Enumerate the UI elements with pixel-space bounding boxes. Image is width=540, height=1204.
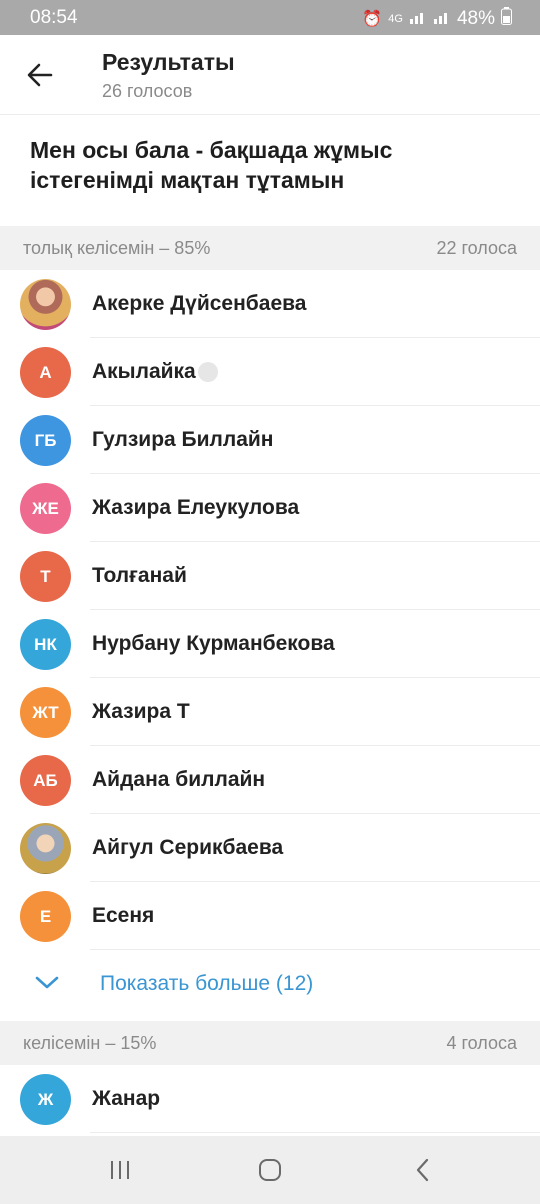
divider [90, 1132, 540, 1133]
section-header: толық келісемін – 85% 22 голоса [0, 226, 540, 270]
recents-button[interactable] [100, 1154, 140, 1186]
avatar: ГБ [20, 415, 71, 466]
nav-back-icon [416, 1158, 429, 1182]
avatar: ЖТ [20, 687, 71, 738]
battery-icon [501, 7, 512, 31]
back-button[interactable] [18, 53, 62, 97]
avatar: Е [20, 891, 71, 942]
arrow-left-icon [27, 63, 53, 87]
alarm-icon: ⏰ [362, 11, 383, 28]
avatar: А [20, 347, 71, 398]
voter-name: Жанар [92, 1087, 161, 1110]
system-nav-bar [0, 1136, 540, 1204]
voter-row[interactable]: Акерке Дүйсенбаева [0, 270, 540, 338]
voter-name: Гулзира Биллайн [92, 428, 274, 451]
avatar: АБ [20, 755, 71, 806]
home-icon [259, 1159, 281, 1181]
voter-row[interactable]: Ж Жанар [0, 1065, 540, 1133]
option-vote-count: 22 голоса [436, 238, 517, 258]
voter-name: Есеня [92, 904, 155, 927]
voter-row[interactable]: ЖТ Жазира Т [0, 678, 540, 746]
voter-name: Айдана биллайн [92, 768, 266, 791]
option-vote-count: 4 голоса [446, 1033, 517, 1053]
voter-row[interactable]: НК Нурбану Курманбекова [0, 610, 540, 678]
show-more-button[interactable]: Показать больше (12) [0, 950, 540, 1018]
voter-name: Акылайка [92, 360, 196, 383]
avatar: Ж [20, 1074, 71, 1125]
voter-row[interactable]: Е Есеня [0, 882, 540, 950]
app-bar: Результаты 26 голосов [0, 35, 540, 115]
home-button[interactable] [250, 1154, 290, 1186]
voter-name: Айгул Серикбаева [92, 836, 284, 859]
voter-name: Акерке Дүйсенбаева [92, 292, 307, 315]
status-dot-icon [197, 362, 218, 383]
voter-row[interactable]: ГБ Гулзира Биллайн [0, 406, 540, 474]
voter-row[interactable]: ЖЕ Жазира Елеукулова [0, 474, 540, 542]
battery-level: 48% [456, 8, 495, 29]
question-line-2: істегенімді мақтан тұтамын [30, 167, 345, 193]
voter-name: Нурбану Курманбекова [92, 632, 335, 655]
avatar: Т [20, 551, 71, 602]
voter-name: Толғанай [92, 564, 187, 587]
avatar [20, 279, 71, 330]
avatar: ЖЕ [20, 483, 71, 534]
voter-row[interactable]: Т Толғанай [0, 542, 540, 610]
page-title: Результаты [102, 49, 235, 75]
network-type: 4G [388, 13, 403, 25]
voter-row[interactable]: АБ Айдана биллайн [0, 746, 540, 814]
signal-icon-2 [433, 9, 451, 30]
avatar: НК [20, 619, 71, 670]
recents-icon [111, 1161, 129, 1179]
vote-count: 26 голосов [102, 81, 193, 101]
option-label: толық келісемін – 85% [23, 238, 211, 258]
poll-question: Мен осы бала - бақшада жұмыс істегенімді… [0, 115, 540, 226]
voter-row[interactable]: А Акылайка [0, 338, 540, 406]
status-time: 08:54 [30, 7, 78, 28]
chevron-down-icon [35, 976, 59, 989]
voter-name-wrap: Акылайка [92, 360, 218, 384]
voter-name: Жазира Т [92, 700, 190, 723]
question-line-1: Мен осы бала - бақшада жұмыс [30, 137, 393, 163]
voter-name: Жазира Елеукулова [92, 496, 300, 519]
show-more-label: Показать больше (12) [100, 972, 314, 995]
voter-row[interactable]: Айгул Серикбаева [0, 814, 540, 882]
avatar [20, 823, 71, 874]
option-label: келісемін – 15% [23, 1033, 157, 1053]
nav-back-button[interactable] [403, 1154, 443, 1186]
status-bar: 08:54 ⏰ 4G 48% [0, 0, 540, 35]
status-icons: ⏰ 4G 48% [362, 7, 512, 31]
section-header: келісемін – 15% 4 голоса [0, 1021, 540, 1065]
signal-icon [409, 9, 427, 30]
